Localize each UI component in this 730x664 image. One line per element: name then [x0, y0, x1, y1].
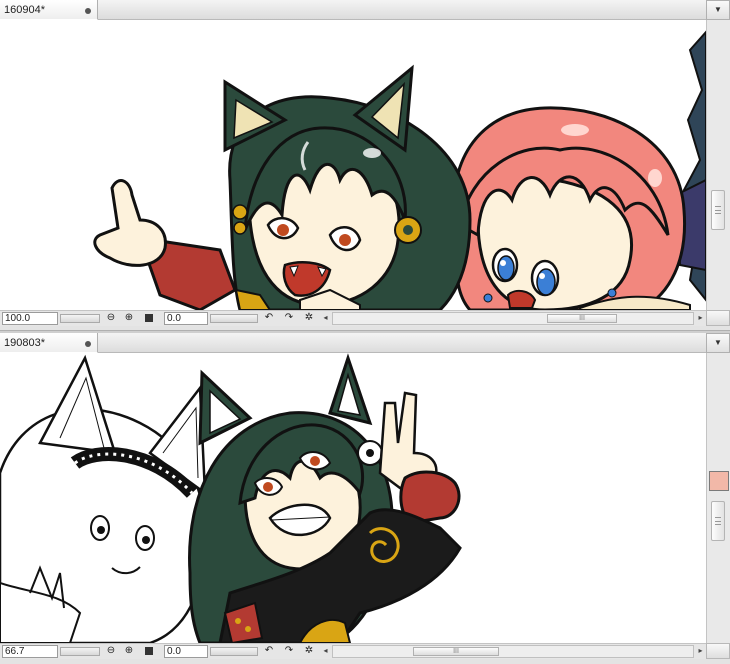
tab-menu-icon[interactable]: ▼ [706, 0, 730, 20]
reset-rotation-icon[interactable]: ✲ [302, 645, 316, 658]
vertical-scroll-thumb[interactable] [711, 190, 725, 230]
drawing-canvas[interactable] [0, 353, 706, 643]
canvas-status-bar: 66.7 ⊖ ⊕ 0.0 ↶ ↷ ✲ ◂ III ▸ [0, 643, 706, 659]
scroll-corner [706, 643, 730, 659]
canvas-status-bar: 100.0 ⊖ ⊕ 0.0 ↶ ↷ ✲ ◂ III ▸ [0, 310, 706, 326]
zoom-field[interactable]: 66.7 [2, 645, 58, 658]
rotation-slider[interactable] [210, 647, 258, 656]
horizontal-scrollbar[interactable]: III [332, 645, 694, 658]
fit-screen-icon[interactable] [142, 645, 156, 658]
tab-modified-dot-icon[interactable] [85, 341, 91, 347]
scroll-corner [706, 310, 730, 326]
fit-screen-icon[interactable] [142, 312, 156, 325]
rotation-field[interactable]: 0.0 [164, 312, 208, 325]
scroll-left-icon[interactable]: ◂ [320, 645, 331, 658]
paint-app-window: 160904* ▼ 100.0 ⊖ ⊕ 0.0 ↶ ↷ ✲ ◂ III ▸ 19… [0, 0, 730, 664]
zoom-slider[interactable] [60, 314, 100, 323]
zoom-in-icon[interactable]: ⊕ [122, 645, 136, 658]
zoom-out-icon[interactable]: ⊖ [104, 645, 118, 658]
document-tab-190803[interactable]: 190803* [0, 333, 98, 353]
vertical-scrollbar[interactable] [706, 353, 730, 643]
tab-modified-dot-icon[interactable] [85, 8, 91, 14]
document-pane-top: 160904* ▼ 100.0 ⊖ ⊕ 0.0 ↶ ↷ ✲ ◂ III ▸ [0, 0, 730, 330]
canvas-illustration [0, 353, 462, 643]
rotate-left-icon[interactable]: ↶ [262, 645, 276, 658]
zoom-out-icon[interactable]: ⊖ [104, 312, 118, 325]
horizontal-scrollbar[interactable]: III [332, 312, 694, 325]
zoom-slider[interactable] [60, 647, 100, 656]
zoom-field[interactable]: 100.0 [2, 312, 58, 325]
color-swatch[interactable] [709, 471, 729, 491]
rotate-right-icon[interactable]: ↷ [282, 312, 296, 325]
tab-title: 190803* [4, 337, 45, 349]
drawing-canvas[interactable] [0, 20, 706, 310]
tab-menu-icon[interactable]: ▼ [706, 333, 730, 353]
vertical-scrollbar[interactable] [706, 20, 730, 310]
document-tab-bar: 160904* [0, 0, 706, 20]
canvas-illustration [93, 30, 706, 310]
vertical-scroll-thumb[interactable] [711, 501, 725, 541]
tab-title: 160904* [4, 4, 45, 16]
scroll-left-icon[interactable]: ◂ [320, 312, 331, 325]
document-tab-160904[interactable]: 160904* [0, 0, 98, 20]
horizontal-scroll-thumb[interactable]: III [547, 314, 617, 323]
rotate-left-icon[interactable]: ↶ [262, 312, 276, 325]
zoom-in-icon[interactable]: ⊕ [122, 312, 136, 325]
document-pane-bottom: 190803* ▼ 66.7 ⊖ ⊕ 0.0 ↶ ↷ ✲ ◂ III ▸ [0, 333, 730, 664]
scroll-right-icon[interactable]: ▸ [695, 312, 706, 325]
document-tab-bar: 190803* [0, 333, 706, 353]
horizontal-scroll-thumb[interactable]: III [413, 647, 499, 656]
reset-rotation-icon[interactable]: ✲ [302, 312, 316, 325]
rotation-slider[interactable] [210, 314, 258, 323]
scroll-right-icon[interactable]: ▸ [695, 645, 706, 658]
rotation-field[interactable]: 0.0 [164, 645, 208, 658]
rotate-right-icon[interactable]: ↷ [282, 645, 296, 658]
